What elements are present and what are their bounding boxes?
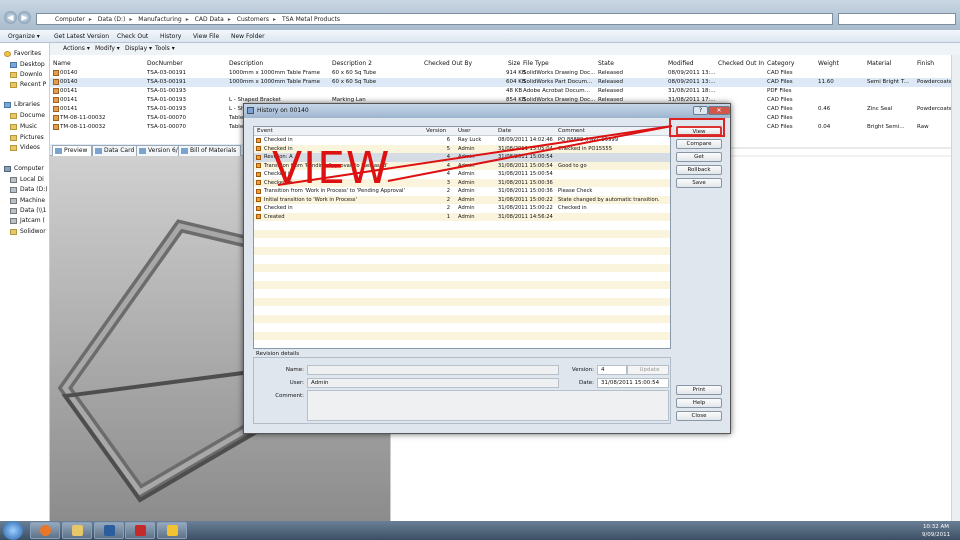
firefox-taskbar-button[interactable]	[30, 522, 60, 539]
cam-app-icon	[134, 525, 146, 536]
folder-icon	[71, 525, 83, 536]
media-icon	[103, 525, 115, 536]
firefox-icon	[39, 525, 51, 536]
app-icon	[166, 525, 178, 536]
media-taskbar-button[interactable]	[94, 522, 124, 539]
view-annotation-label: VIEW	[272, 143, 391, 194]
annotation-arrow-icon	[277, 125, 673, 186]
system-clock[interactable]: 10:32 AM 9/09/2011	[912, 521, 960, 540]
start-button-icon[interactable]	[3, 521, 23, 540]
taskbar	[0, 521, 960, 540]
cam-taskbar-button[interactable]	[125, 522, 155, 539]
clock-time: 10:32 AM	[922, 524, 950, 530]
clock-date: 9/09/2011	[921, 532, 951, 538]
app-taskbar-button[interactable]	[157, 522, 187, 539]
explorer-taskbar-button[interactable]	[62, 522, 92, 539]
